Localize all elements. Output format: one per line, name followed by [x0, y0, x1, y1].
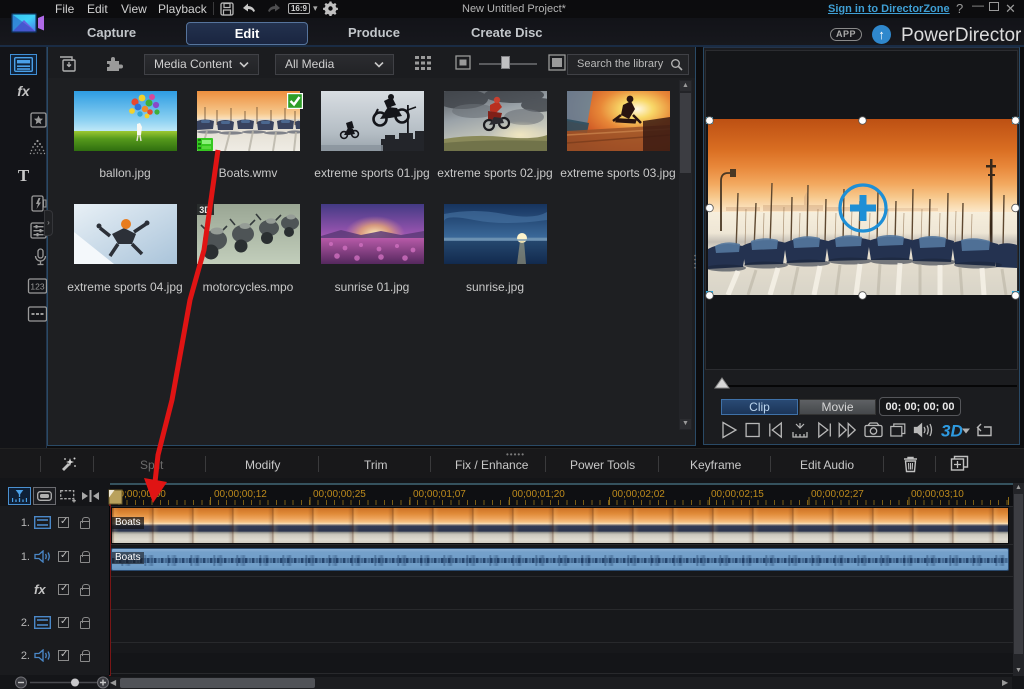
- svg-text:3D: 3D: [941, 422, 963, 441]
- svg-text:123: 123: [30, 282, 44, 292]
- svg-text:3D: 3D: [199, 205, 211, 215]
